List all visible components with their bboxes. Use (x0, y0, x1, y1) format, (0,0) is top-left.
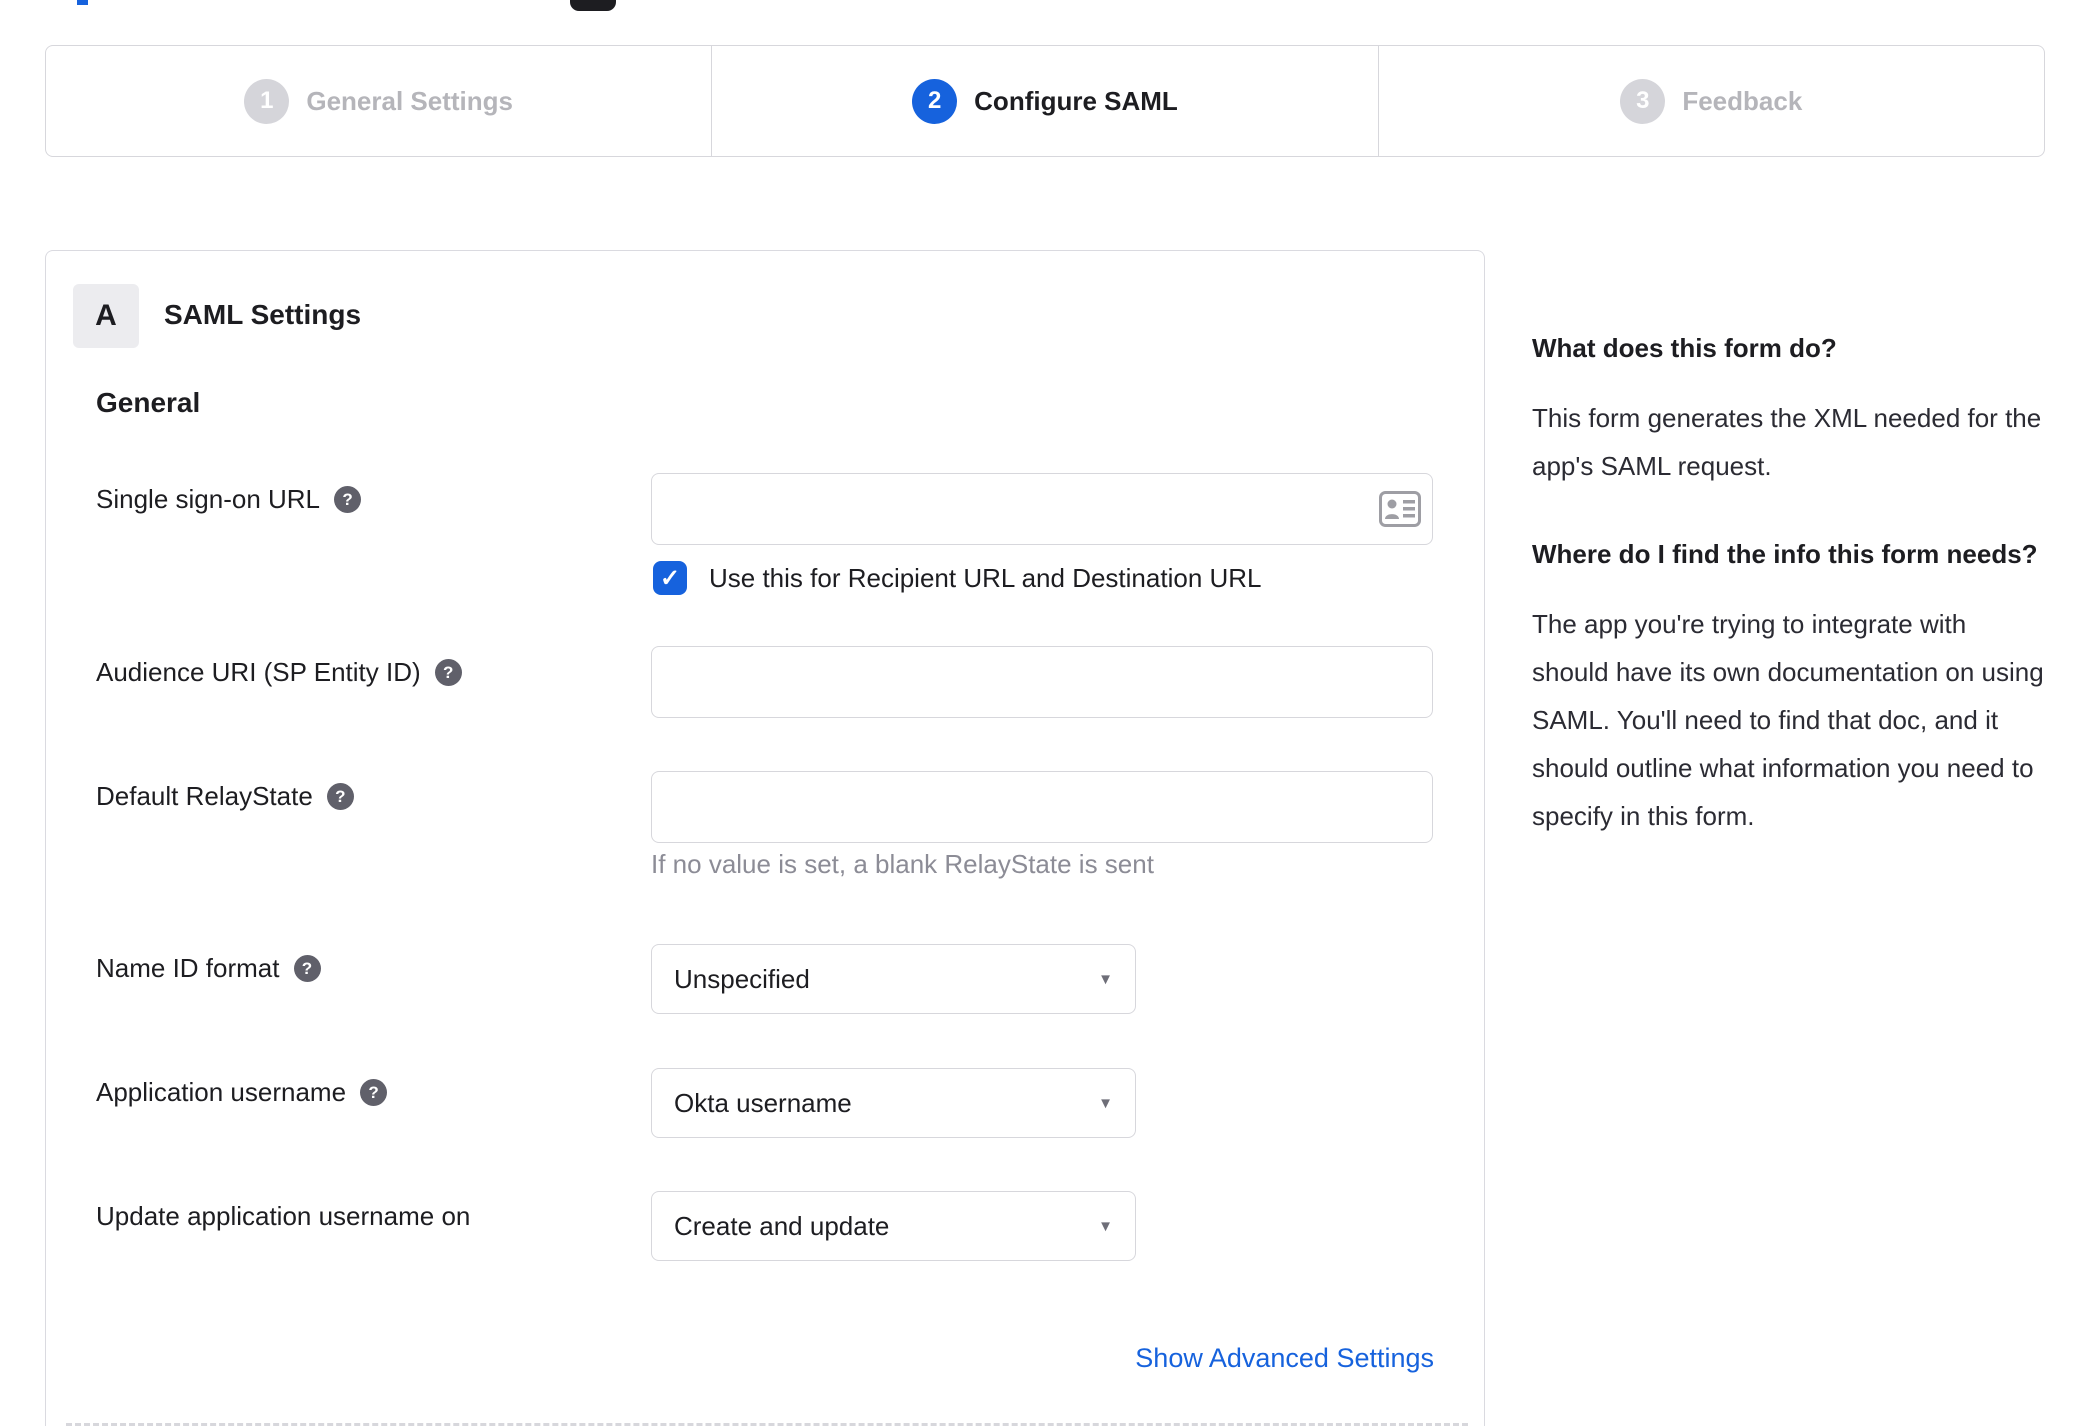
step-feedback[interactable]: 3 Feedback (1377, 46, 2044, 156)
app-username-help-icon[interactable]: ? (360, 1079, 388, 1106)
app-username-select[interactable]: Okta username ▼ (651, 1068, 1136, 1138)
step-1-number-badge: 1 (244, 78, 290, 124)
audience-uri-label: Audience URI (SP Entity ID) (96, 657, 421, 687)
app-username-value: Okta username (674, 1087, 852, 1118)
name-id-format-help-icon[interactable]: ? (293, 955, 321, 982)
audience-uri-label-row: Audience URI (SP Entity ID) ? (96, 657, 462, 688)
help-answer-1: This form generates the XML needed for t… (1532, 403, 2042, 481)
general-section-title: General (96, 387, 201, 418)
sso-url-label: Single sign-on URL (96, 484, 321, 514)
relay-state-label: Default RelayState (96, 781, 313, 811)
chevron-down-icon: ▼ (1098, 970, 1113, 988)
step-2-number-badge: 2 (912, 78, 958, 124)
chevron-down-icon: ▼ (1098, 1217, 1113, 1235)
cropped-header-blue-fragment (77, 0, 88, 5)
update-username-label-row: Update application username on (96, 1201, 470, 1232)
wizard-stepper: 1 General Settings 2 Configure SAML 3 Fe… (45, 45, 2045, 157)
update-username-select[interactable]: Create and update ▼ (651, 1191, 1136, 1261)
section-a-badge: A (73, 284, 139, 348)
name-id-format-label: Name ID format (96, 953, 280, 983)
update-username-label: Update application username on (96, 1201, 471, 1231)
show-advanced-settings-link[interactable]: Show Advanced Settings (1135, 1343, 1434, 1374)
saml-settings-card: A SAML Settings General Single sign-on U… (45, 250, 1485, 1426)
step-3-number-badge: 3 (1620, 78, 1666, 124)
relay-state-input[interactable] (651, 771, 1433, 843)
help-question-2: Where do I find the info this form needs… (1532, 539, 2038, 569)
relay-state-label-row: Default RelayState ? (96, 781, 354, 812)
app-username-label-row: Application username ? (96, 1077, 388, 1108)
sso-url-label-row: Single sign-on URL ? (96, 484, 362, 515)
help-question-1: What does this form do? (1532, 333, 1837, 363)
help-panel: What does this form do? This form genera… (1532, 326, 2044, 882)
chevron-down-icon: ▼ (1098, 1094, 1113, 1112)
recipient-url-checkbox-label: Use this for Recipient URL and Destinati… (709, 562, 1262, 593)
step-general-settings[interactable]: 1 General Settings (46, 46, 711, 156)
sso-url-input[interactable] (651, 473, 1433, 545)
step-3-label: Feedback (1682, 85, 1803, 116)
name-id-format-value: Unspecified (674, 963, 810, 994)
step-configure-saml[interactable]: 2 Configure SAML (711, 46, 1377, 156)
recipient-url-checkbox-row: ✓ Use this for Recipient URL and Destina… (653, 561, 1262, 595)
help-answer-2: The app you're trying to integrate with … (1532, 609, 2044, 831)
sso-url-help-icon[interactable]: ? (334, 486, 362, 513)
saml-settings-title: SAML Settings (164, 299, 362, 330)
relay-state-hint: If no value is set, a blank RelayState i… (651, 849, 1154, 879)
update-username-value: Create and update (674, 1210, 890, 1241)
relay-state-help-icon[interactable]: ? (326, 783, 354, 810)
audience-uri-input[interactable] (651, 646, 1433, 718)
cropped-header-dark-fragment (570, 0, 616, 11)
step-1-label: General Settings (306, 85, 513, 116)
app-username-label: Application username (96, 1077, 347, 1107)
recipient-url-checkbox[interactable]: ✓ (653, 561, 687, 595)
contact-card-icon[interactable] (1378, 489, 1422, 529)
audience-uri-help-icon[interactable]: ? (434, 659, 462, 686)
name-id-format-label-row: Name ID format ? (96, 953, 321, 984)
step-2-label: Configure SAML (974, 85, 1178, 116)
name-id-format-select[interactable]: Unspecified ▼ (651, 944, 1136, 1014)
configure-saml-page: 1 General Settings 2 Configure SAML 3 Fe… (0, 0, 2092, 1426)
